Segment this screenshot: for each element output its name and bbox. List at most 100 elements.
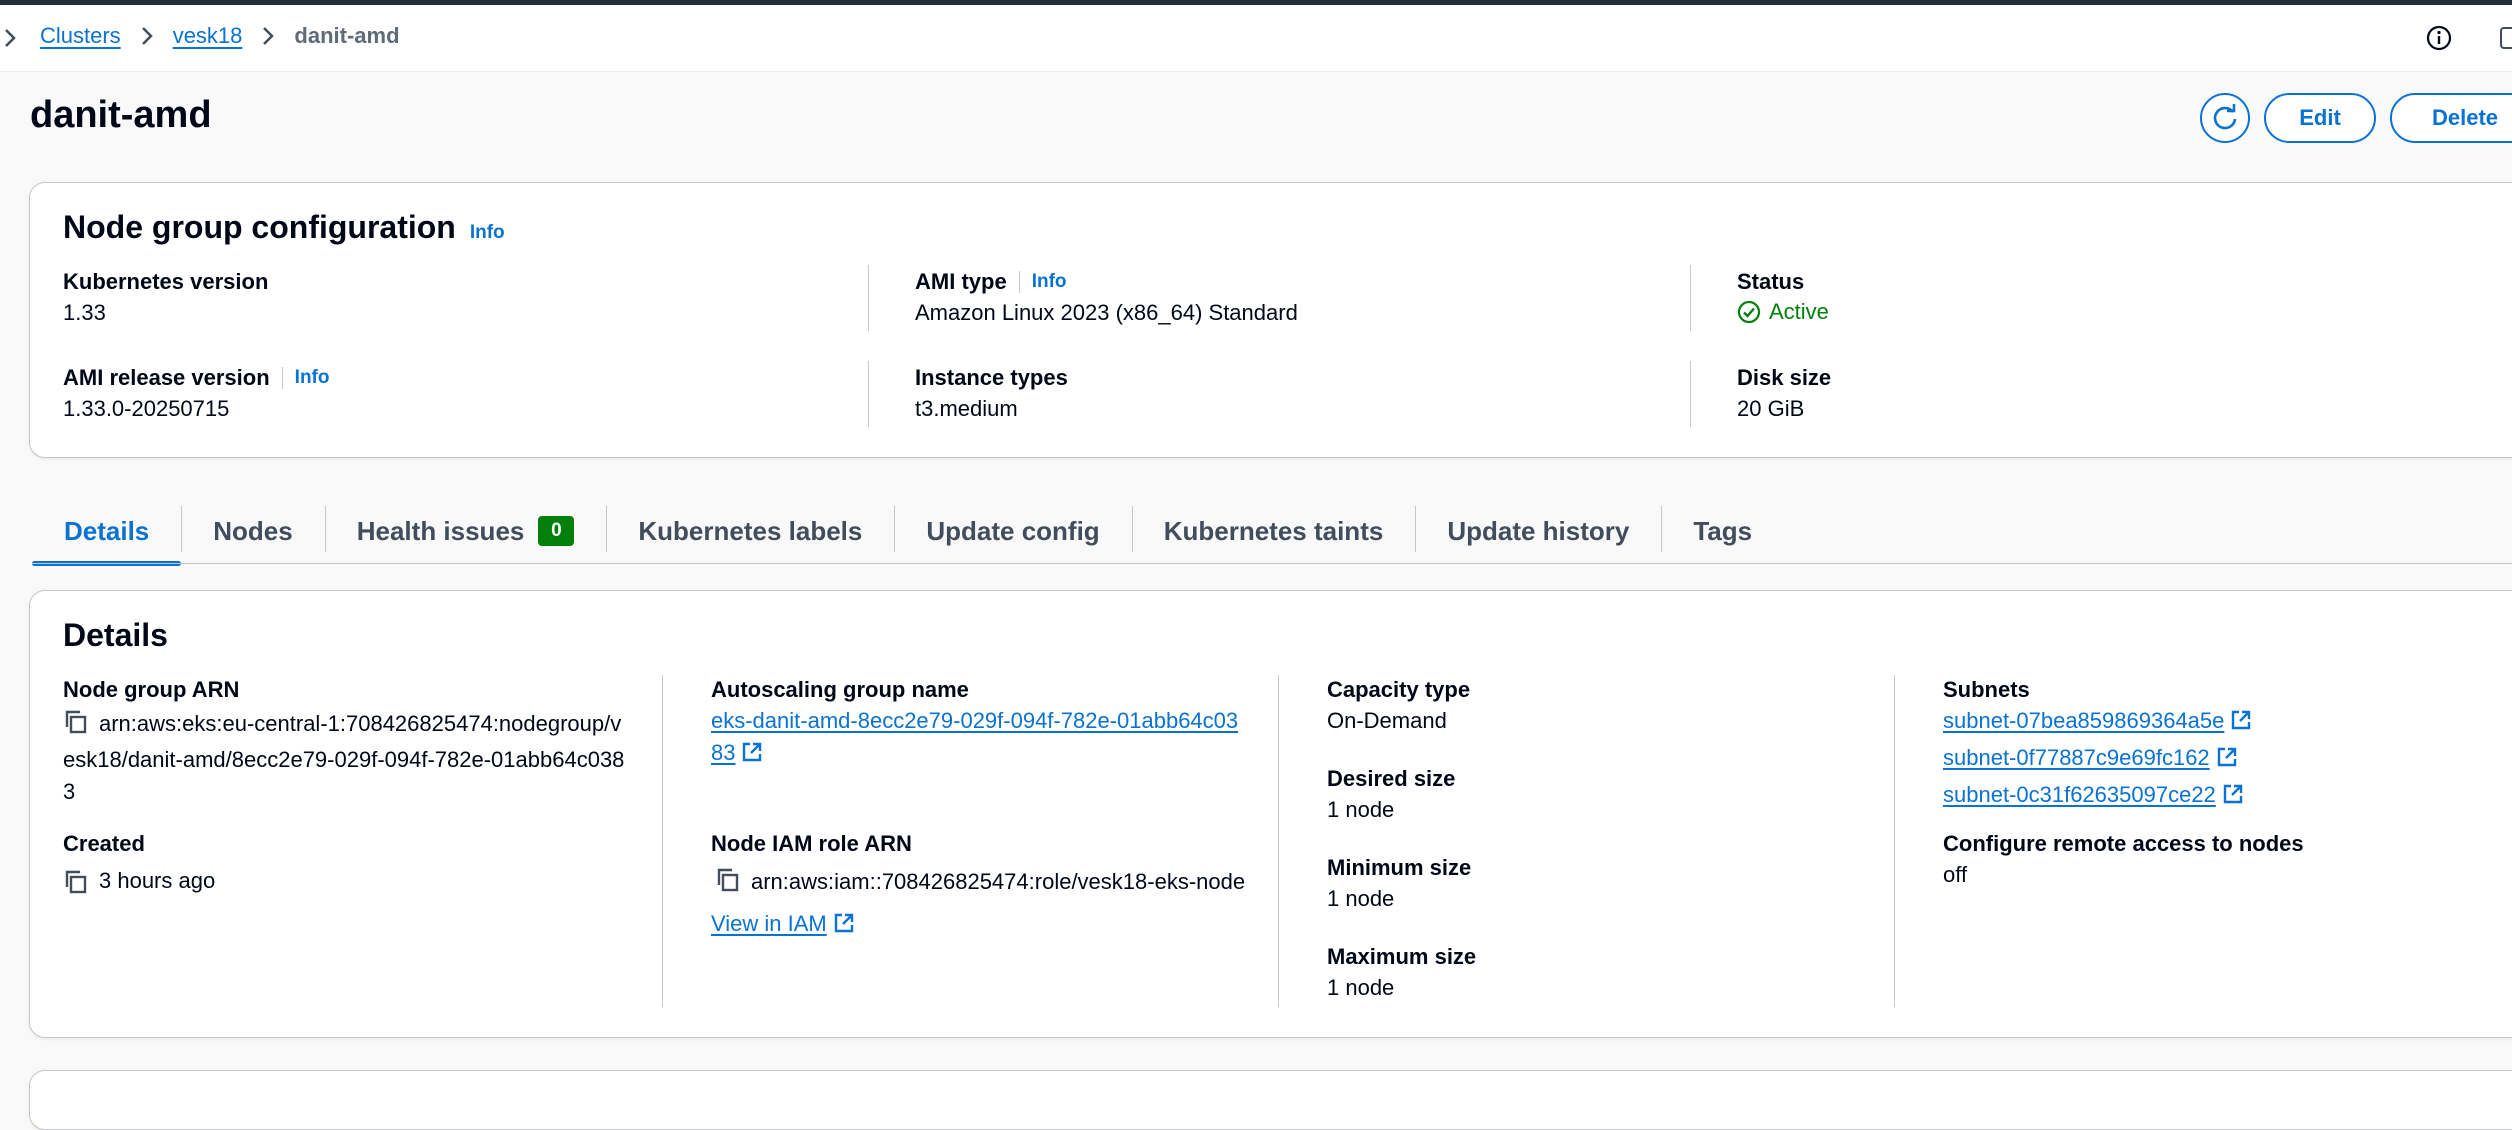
remote-access-field: Configure remote access to nodes off: [1943, 831, 2304, 891]
desired-size-label: Desired size: [1327, 766, 1456, 791]
tab-label: Update config: [926, 515, 1100, 546]
node-group-arn-field: Node group ARN arn:aws:eks:eu-central-1:…: [63, 677, 633, 808]
created-field: Created 3 hours ago: [63, 831, 215, 904]
tab-nodes[interactable]: Nodes: [181, 498, 324, 564]
node-group-arn-label: Node group ARN: [63, 677, 240, 702]
subnet-link[interactable]: subnet-0f77887c9e69fc162: [1943, 745, 2210, 770]
tab-kubernetes-taints[interactable]: Kubernetes taints: [1131, 498, 1416, 564]
subnet-link[interactable]: subnet-07bea859869364a5e: [1943, 708, 2224, 733]
details-card: Details Node group ARN arn:aws:eks:eu-ce…: [29, 590, 2512, 1038]
ami-release-info-link[interactable]: Info: [295, 367, 330, 389]
divider: [868, 361, 869, 427]
success-check-icon: [1737, 300, 1761, 324]
autoscaling-group-row: eks-danit-amd-8ecc2e79-029f-094f-782e-01…: [711, 705, 1241, 772]
disk-size-label: Disk size: [1737, 365, 1832, 390]
status-indicator: Active: [1737, 299, 1829, 325]
minimum-size-value: 1 node: [1327, 886, 1395, 911]
tab-label: Kubernetes labels: [638, 515, 863, 546]
external-link-icon[interactable]: [2216, 745, 2238, 777]
chevron-right-icon: [262, 26, 275, 46]
capacity-type-label: Capacity type: [1327, 677, 1471, 702]
divider: [868, 265, 869, 331]
created-label: Created: [63, 831, 145, 856]
maximum-size-label: Maximum size: [1327, 944, 1477, 969]
panel-toggle-icon[interactable]: [2500, 27, 2512, 49]
config-title-row: Node group configuration Info: [63, 209, 505, 246]
disk-size-field: Disk size 20 GiB: [1737, 365, 1831, 425]
tab-health-issues[interactable]: Health issues 0: [324, 498, 607, 564]
breadcrumb-clusters[interactable]: Clusters: [40, 23, 121, 49]
delete-button[interactable]: Delete: [2390, 93, 2512, 143]
created-row: 3 hours ago: [63, 865, 215, 904]
external-link-icon[interactable]: [741, 740, 763, 772]
node-group-configuration-card: Node group configuration Info Kubernetes…: [29, 182, 2512, 458]
edit-button[interactable]: Edit: [2264, 93, 2376, 143]
external-link-icon[interactable]: [833, 911, 855, 943]
created-value: 3 hours ago: [99, 868, 216, 893]
tab-update-history[interactable]: Update history: [1415, 498, 1661, 564]
refresh-button[interactable]: [2200, 93, 2250, 143]
status-field: Status Active: [1737, 269, 1829, 325]
capacity-type-field: Capacity type On-Demand: [1327, 677, 1470, 737]
tab-details[interactable]: Details: [32, 498, 182, 566]
subnet-link[interactable]: subnet-0c31f62635097ce22: [1943, 782, 2216, 807]
divider: [1690, 265, 1691, 331]
tabs-divider: [32, 563, 2512, 564]
subnet-row: subnet-07bea859869364a5e: [1943, 705, 2252, 740]
kubernetes-version-value: 1.33: [63, 300, 106, 325]
copy-icon[interactable]: [63, 709, 89, 744]
minimum-size-label: Minimum size: [1327, 855, 1472, 880]
copy-icon[interactable]: [63, 869, 89, 904]
desired-size-value: 1 node: [1327, 797, 1395, 822]
tab-label: Tags: [1693, 515, 1753, 546]
ami-release-label-row: AMI release version Info: [63, 365, 330, 391]
instance-types-value: t3.medium: [915, 396, 1018, 421]
breadcrumb-bar: Clusters vesk18 danit-amd: [0, 5, 2512, 72]
autoscaling-group-link[interactable]: eks-danit-amd-8ecc2e79-029f-094f-782e-01…: [711, 708, 1238, 765]
nav-toggle-chevron-icon[interactable]: [4, 28, 16, 53]
external-link-icon[interactable]: [2230, 708, 2252, 740]
subnets-field: Subnets subnet-07bea859869364a5e subnet-…: [1943, 677, 2252, 814]
maximum-size-field: Maximum size 1 node: [1327, 944, 1476, 1004]
subnets-label: Subnets: [1943, 677, 2030, 702]
desired-size-field: Desired size 1 node: [1327, 766, 1455, 826]
ami-type-value: Amazon Linux 2023 (x86_64) Standard: [915, 300, 1298, 325]
capacity-type-value: On-Demand: [1327, 708, 1447, 733]
subnet-row: subnet-0c31f62635097ce22: [1943, 779, 2252, 814]
details-title: Details: [63, 617, 168, 653]
ami-release-version-field: AMI release version Info 1.33.0-20250715: [63, 365, 330, 425]
node-iam-role-field: Node IAM role ARN arn:aws:iam::708426825…: [711, 831, 1251, 943]
kubernetes-version-field: Kubernetes version 1.33: [63, 269, 268, 329]
config-info-link[interactable]: Info: [470, 222, 505, 244]
tab-kubernetes-labels[interactable]: Kubernetes labels: [606, 498, 894, 564]
tab-label: Nodes: [213, 515, 293, 546]
info-circle-icon[interactable]: [2426, 25, 2452, 56]
view-in-iam-link[interactable]: View in IAM: [711, 911, 827, 936]
external-link-icon[interactable]: [2222, 782, 2244, 814]
breadcrumb-cluster-vesk18[interactable]: vesk18: [173, 23, 243, 49]
node-iam-role-row: arn:aws:iam::708426825474:role/vesk18-ek…: [711, 863, 1251, 902]
copy-icon[interactable]: [715, 867, 741, 902]
node-iam-role-label: Node IAM role ARN: [711, 831, 912, 856]
instance-types-label: Instance types: [915, 365, 1068, 390]
refresh-icon: [2213, 104, 2237, 130]
chevron-right-icon: [141, 26, 153, 46]
node-group-arn-row: arn:aws:eks:eu-central-1:708426825474:no…: [63, 705, 633, 808]
divider: [281, 367, 283, 389]
view-in-iam-row: View in IAM: [711, 908, 1251, 943]
breadcrumb: Clusters vesk18 danit-amd: [40, 23, 400, 49]
ami-release-version-value: 1.33.0-20250715: [63, 396, 230, 421]
tab-tags[interactable]: Tags: [1661, 498, 1784, 564]
instance-types-field: Instance types t3.medium: [915, 365, 1068, 425]
node-group-arn-value: arn:aws:eks:eu-central-1:708426825474:no…: [63, 711, 625, 804]
tab-label: Update history: [1447, 515, 1630, 546]
tab-list: Details Nodes Health issues 0 Kubernetes…: [32, 498, 1784, 566]
subnet-row: subnet-0f77887c9e69fc162: [1943, 742, 2252, 777]
ami-type-info-link[interactable]: Info: [1032, 271, 1067, 293]
tab-update-config[interactable]: Update config: [894, 498, 1131, 564]
tab-label: Details: [64, 515, 150, 546]
node-iam-role-value: arn:aws:iam::708426825474:role/vesk18-ek…: [751, 869, 1246, 894]
ami-type-field: AMI type Info Amazon Linux 2023 (x86_64)…: [915, 269, 1298, 329]
divider: [1278, 675, 1279, 1007]
status-label: Status: [1737, 269, 1805, 294]
